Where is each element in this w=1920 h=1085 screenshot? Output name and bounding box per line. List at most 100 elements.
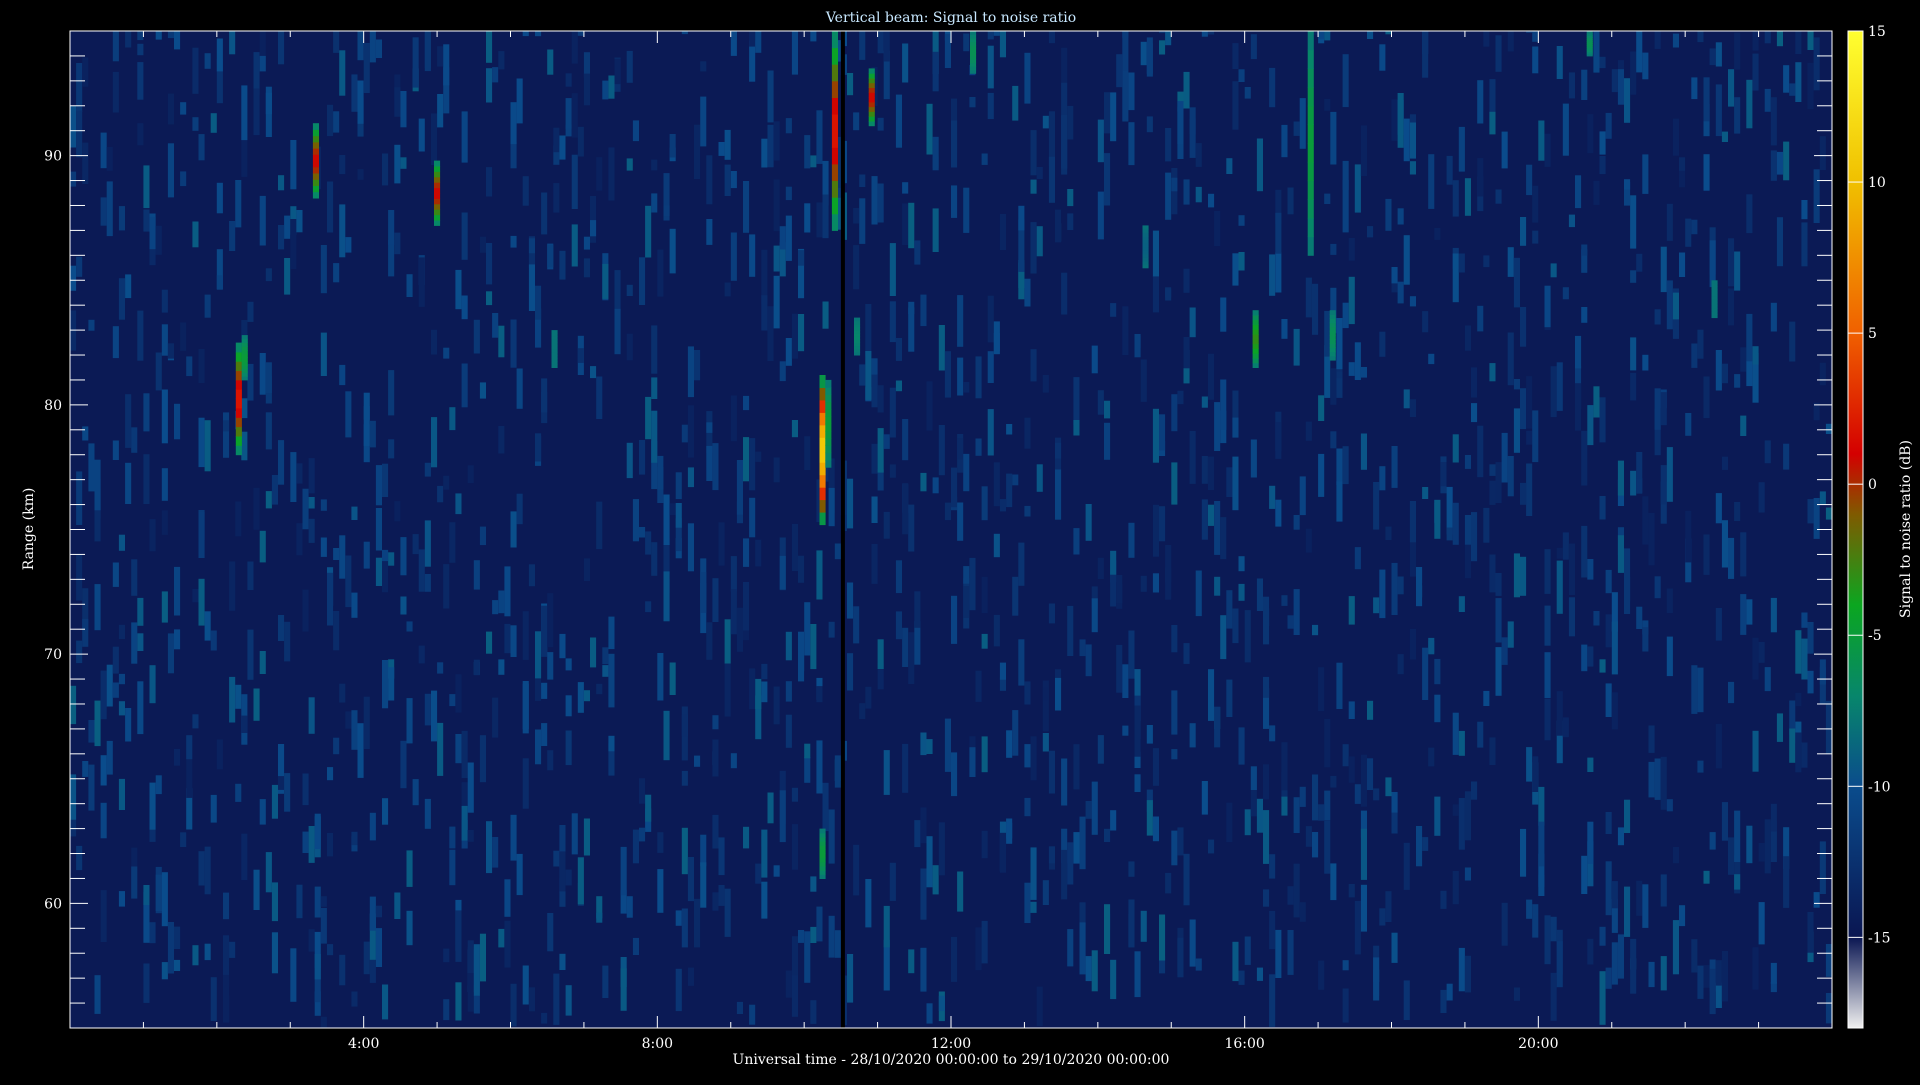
noise-cell bbox=[724, 663, 731, 717]
noise-cell bbox=[112, 562, 119, 587]
noise-cell bbox=[112, 71, 119, 113]
echo-cell bbox=[1307, 180, 1314, 200]
noise-cell bbox=[1134, 334, 1141, 358]
noise-cell bbox=[694, 350, 701, 381]
echo-cell bbox=[434, 209, 441, 216]
noise-cell bbox=[816, 202, 823, 238]
noise-cell bbox=[1330, 775, 1337, 788]
noise-cell bbox=[1318, 453, 1325, 497]
noise-cell bbox=[369, 812, 376, 841]
echo-cell bbox=[1711, 302, 1718, 306]
noise-cell bbox=[1464, 867, 1471, 881]
noise-cell bbox=[1324, 98, 1331, 111]
noise-cell bbox=[1061, 115, 1068, 169]
echo-cell bbox=[241, 361, 248, 366]
noise-cell bbox=[694, 124, 701, 180]
noise-cell bbox=[161, 510, 168, 535]
noise-cell bbox=[1544, 605, 1551, 646]
noise-cell bbox=[1697, 965, 1704, 999]
noise-cell bbox=[718, 522, 725, 566]
noise-cell bbox=[1422, 31, 1429, 78]
noise-cell bbox=[1520, 828, 1527, 877]
noise-cell bbox=[853, 606, 860, 644]
noise-cell bbox=[1220, 615, 1227, 660]
noise-cell bbox=[1409, 628, 1416, 660]
noise-cell bbox=[1526, 430, 1533, 445]
noise-cell bbox=[1464, 955, 1471, 993]
noise-cell bbox=[320, 499, 327, 511]
x-tick-label: 12:00 bbox=[931, 1036, 971, 1052]
noise-cell bbox=[1654, 388, 1661, 430]
echo-cell bbox=[854, 317, 861, 322]
noise-cell bbox=[412, 37, 419, 88]
noise-cell bbox=[1734, 374, 1741, 388]
noise-cell bbox=[822, 194, 829, 239]
noise-cell bbox=[1226, 590, 1233, 629]
noise-cell bbox=[645, 531, 652, 555]
noise-cell bbox=[559, 250, 566, 280]
noise-cell bbox=[1715, 960, 1722, 986]
noise-cell bbox=[1067, 213, 1074, 230]
noise-cell bbox=[577, 857, 584, 905]
echo-cell bbox=[551, 355, 558, 359]
noise-cell bbox=[1538, 821, 1545, 867]
noise-cell bbox=[1079, 639, 1086, 657]
noise-cell bbox=[1336, 662, 1343, 709]
noise-cell bbox=[1367, 700, 1374, 720]
noise-cell bbox=[320, 907, 327, 944]
noise-cell bbox=[1642, 627, 1649, 652]
noise-cell bbox=[902, 419, 909, 461]
noise-cell bbox=[1030, 736, 1037, 781]
noise-cell bbox=[1624, 576, 1631, 614]
noise-cell bbox=[1226, 679, 1233, 717]
noise-cell bbox=[810, 926, 817, 943]
noise-cell bbox=[1660, 874, 1667, 907]
noise-cell bbox=[1746, 79, 1753, 129]
noise-cell bbox=[504, 623, 511, 654]
noise-cell bbox=[1697, 760, 1704, 773]
noise-cell bbox=[1085, 504, 1092, 541]
noise-cell bbox=[1189, 430, 1196, 484]
noise-cell bbox=[1226, 158, 1233, 174]
noise-cell bbox=[981, 486, 988, 521]
echo-cell bbox=[1142, 260, 1149, 265]
noise-cell bbox=[382, 153, 389, 186]
noise-cell bbox=[271, 882, 278, 922]
echo-cell bbox=[1252, 348, 1259, 354]
noise-cell bbox=[1611, 881, 1618, 909]
noise-cell bbox=[1471, 512, 1478, 562]
noise-cell bbox=[498, 51, 505, 70]
noise-cell bbox=[1232, 456, 1239, 511]
noise-cell bbox=[1746, 360, 1753, 387]
noise-cell bbox=[773, 865, 780, 877]
noise-cell bbox=[1434, 228, 1441, 240]
noise-cell bbox=[284, 773, 291, 812]
echo-cell bbox=[1711, 289, 1718, 294]
echo-cell bbox=[831, 47, 838, 65]
echo-cell bbox=[235, 379, 242, 390]
noise-cell bbox=[810, 1000, 817, 1024]
noise-cell bbox=[1801, 612, 1808, 628]
noise-cell bbox=[1171, 749, 1178, 760]
noise-cell bbox=[1672, 118, 1679, 156]
noise-cell bbox=[1703, 870, 1710, 884]
noise-cell bbox=[1642, 354, 1649, 371]
noise-cell bbox=[1458, 798, 1465, 850]
noise-cell bbox=[400, 537, 407, 576]
noise-cell bbox=[889, 387, 896, 438]
noise-cell bbox=[1795, 732, 1802, 773]
noise-cell bbox=[94, 459, 101, 511]
echo-cell bbox=[241, 368, 248, 373]
noise-cell bbox=[847, 73, 854, 96]
noise-cell bbox=[1544, 133, 1551, 167]
noise-cell bbox=[1073, 377, 1080, 426]
noise-cell bbox=[400, 740, 407, 789]
noise-cell bbox=[785, 118, 792, 134]
echo-cell bbox=[831, 64, 838, 82]
noise-cell bbox=[1250, 439, 1257, 478]
noise-cell bbox=[479, 735, 486, 783]
noise-cell bbox=[724, 619, 731, 664]
noise-cell bbox=[1593, 611, 1600, 626]
noise-cell bbox=[681, 770, 688, 786]
echo-cell bbox=[1307, 68, 1314, 88]
